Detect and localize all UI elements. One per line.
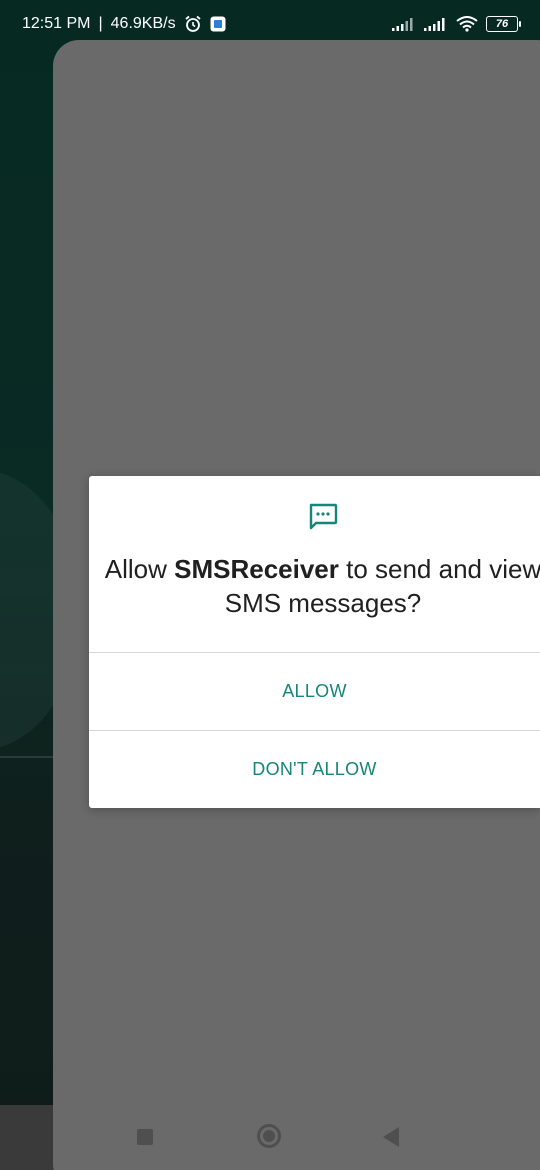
signal-icon — [392, 17, 416, 31]
background-divider — [0, 756, 60, 758]
navigation-bar — [53, 1118, 540, 1158]
allow-button-label: ALLOW — [282, 681, 347, 701]
signal-icon — [424, 17, 448, 31]
status-bar-right: 76 — [392, 16, 521, 32]
home-button[interactable] — [257, 1124, 281, 1148]
recents-button[interactable] — [137, 1129, 153, 1145]
sms-message-icon — [308, 503, 338, 531]
status-bar-left: 12:51 PM | 46.9KB/s — [22, 15, 226, 33]
dont-allow-button-label: DON'T ALLOW — [252, 759, 377, 779]
alarm-icon — [184, 15, 202, 33]
status-time: 12:51 PM — [22, 15, 91, 32]
network-speed: 46.9KB/s — [110, 15, 176, 32]
notification-app-icon — [210, 16, 226, 32]
wifi-icon — [456, 16, 478, 32]
battery-level: 76 — [495, 18, 509, 30]
app-name: SMSReceiver — [174, 554, 339, 584]
battery-icon: 76 — [486, 16, 521, 32]
dont-allow-button[interactable]: DON'T ALLOW — [89, 731, 540, 808]
status-separator: | — [98, 15, 103, 32]
permission-dialog: Allow SMSReceiver to send and view SMS m… — [89, 476, 540, 808]
back-button[interactable] — [383, 1127, 399, 1147]
allow-button[interactable]: ALLOW — [89, 653, 540, 730]
status-bar: 12:51 PM | 46.9KB/s 76 — [0, 0, 540, 48]
permission-message: Allow SMSReceiver to send and view SMS m… — [89, 552, 540, 620]
message-prefix: Allow — [104, 554, 175, 584]
